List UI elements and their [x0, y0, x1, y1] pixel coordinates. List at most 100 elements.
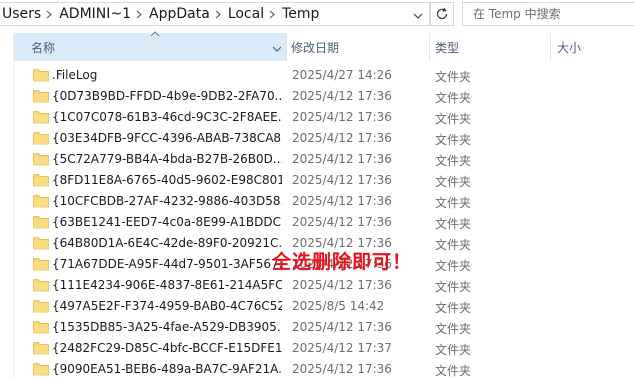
file-type: 文件夹	[435, 133, 472, 147]
column-header-size-label: 大小	[557, 40, 582, 55]
file-type: 文件夹	[435, 238, 472, 252]
file-row[interactable]: {10CFCBDB-27AF-4232-9886-403D58... 2025/4…	[14, 191, 634, 212]
file-type: 文件夹	[435, 259, 472, 273]
file-name: {0D73B9BD-FFDD-4b9e-9DB2-2FA70...	[52, 89, 282, 103]
file-type: 文件夹	[435, 91, 472, 105]
breadcrumb-separator-icon[interactable]	[266, 10, 280, 19]
file-row[interactable]: {497A5E2F-F374-4959-BAB0-4C76C52... 2025/…	[14, 296, 634, 317]
folder-icon	[33, 89, 49, 103]
folder-icon	[33, 299, 49, 313]
file-date: 2025/4/12 17:36	[292, 278, 392, 292]
folder-icon	[33, 68, 49, 82]
annotation-text: 全选删除即可！	[272, 251, 413, 273]
file-row[interactable]: {8FD11E8A-6765-40d5-9602-E98C801... 2025/…	[14, 170, 634, 191]
breadcrumb-separator-icon[interactable]	[43, 10, 57, 19]
file-date: 2025/4/12 17:36	[292, 110, 392, 124]
file-name: .FileLog	[52, 68, 98, 82]
breadcrumb-item[interactable]: Temp	[280, 6, 321, 22]
sort-up-icon	[150, 29, 160, 40]
folder-icon	[33, 362, 49, 376]
file-name: {1C07C078-61B3-46cd-9C3C-2F8AEE...	[52, 110, 282, 124]
column-header-date-label: 修改日期	[291, 40, 340, 55]
file-row[interactable]: {03E34DFB-9FCC-4396-ABAB-738CA8... 2025/4…	[14, 128, 634, 149]
file-name: {111E4234-906E-4837-8E61-214A5FC...	[52, 278, 282, 292]
folder-icon	[33, 215, 49, 229]
search-input[interactable]	[473, 7, 623, 21]
column-header-date[interactable]: 修改日期	[287, 33, 430, 61]
refresh-icon	[436, 7, 448, 20]
breadcrumb-separator-icon[interactable]	[133, 10, 147, 19]
file-date: 2025/4/12 17:36	[292, 173, 392, 187]
folder-icon	[33, 341, 49, 355]
folder-icon	[33, 194, 49, 208]
file-date: 2025/4/12 17:36	[292, 362, 392, 376]
file-date: 2025/4/27 14:26	[292, 68, 392, 82]
file-date: 2025/4/12 17:36	[292, 152, 392, 166]
file-date: 2025/4/12 17:36	[292, 131, 392, 145]
breadcrumb-item[interactable]: Local	[226, 6, 266, 22]
folder-icon	[33, 152, 49, 166]
column-header-type[interactable]: 类型	[430, 33, 551, 61]
file-name: {5C72A779-BB4A-4bda-B27B-26B0D...	[52, 152, 282, 166]
folder-icon	[33, 173, 49, 187]
folder-icon	[33, 131, 49, 145]
folder-icon	[33, 320, 49, 334]
file-row[interactable]: {2482FC29-D85C-4bfc-BCCF-E15DFE1... 2025/…	[14, 338, 634, 359]
address-bar: Users ADMINI~1 AppData Local Temp	[0, 0, 634, 30]
file-name: {10CFCBDB-27AF-4232-9886-403D58...	[52, 194, 282, 208]
file-row[interactable]: {1C07C078-61B3-46cd-9C3C-2F8AEE... 2025/4…	[14, 107, 634, 128]
file-row[interactable]: {5C72A779-BB4A-4bda-B27B-26B0D... 2025/4/…	[14, 149, 634, 170]
chevron-down-icon[interactable]	[413, 10, 423, 20]
file-type: 文件夹	[435, 175, 472, 189]
file-date: 2025/4/12 17:36	[292, 320, 392, 334]
file-row[interactable]: {111E4234-906E-4837-8E61-214A5FC... 2025/…	[14, 275, 634, 296]
file-name: {63BE1241-EED7-4c0a-8E99-A1BDDC...	[52, 215, 282, 229]
search-box[interactable]	[462, 2, 634, 26]
file-date: 2025/4/12 17:36	[292, 215, 392, 229]
folder-icon	[33, 110, 49, 124]
file-list: .FileLog 2025/4/27 14:26 文件夹 {0D73B9BD-FFDD…	[14, 65, 634, 378]
file-row[interactable]: {63BE1241-EED7-4c0a-8E99-A1BDDC... 2025/4…	[14, 212, 634, 233]
file-type: 文件夹	[435, 343, 472, 357]
file-type: 文件夹	[435, 112, 472, 126]
path-breadcrumb[interactable]: Users ADMINI~1 AppData Local Temp	[0, 2, 430, 26]
column-header-name-label: 名称	[31, 40, 56, 55]
file-type: 文件夹	[435, 322, 472, 336]
file-date: 2025/4/12 17:37	[292, 341, 392, 355]
file-type: 文件夹	[435, 70, 472, 84]
breadcrumb-item[interactable]: AppData	[147, 6, 212, 22]
navigation-pane[interactable]	[0, 30, 14, 378]
file-date: 2025/4/12 17:36	[292, 89, 392, 103]
file-name: {71A67DDE-A95F-44d7-9501-3AF567...	[52, 257, 282, 271]
file-row[interactable]: {9090EA51-BEB6-489a-BA7C-9AF21A... 2025/4…	[14, 359, 634, 378]
file-name: {2482FC29-D85C-4bfc-BCCF-E15DFE1...	[52, 341, 282, 355]
file-name: {497A5E2F-F374-4959-BAB0-4C76C52...	[52, 299, 282, 313]
file-type: 文件夹	[435, 280, 472, 294]
file-type: 文件夹	[435, 364, 472, 378]
column-header-size[interactable]: 大小	[551, 33, 634, 61]
breadcrumb-item[interactable]: ADMINI~1	[57, 6, 133, 22]
folder-icon	[33, 257, 49, 271]
file-name: {1535DB85-3A25-4fae-A529-DB3905...	[52, 320, 282, 334]
refresh-button[interactable]	[430, 2, 454, 26]
breadcrumb-item[interactable]: Users	[0, 6, 43, 22]
file-type: 文件夹	[435, 217, 472, 231]
breadcrumb-separator-icon[interactable]	[212, 10, 226, 19]
file-name: {8FD11E8A-6765-40d5-9602-E98C801...	[52, 173, 282, 187]
file-date: 2025/4/12 17:36	[292, 194, 392, 208]
file-row[interactable]: {0D73B9BD-FFDD-4b9e-9DB2-2FA70... 2025/4/…	[14, 86, 634, 107]
file-type: 文件夹	[435, 154, 472, 168]
file-row[interactable]: {1535DB85-3A25-4fae-A529-DB3905... 2025/4…	[14, 317, 634, 338]
column-header: 名称 修改日期 类型 大小	[14, 31, 634, 61]
file-name: {64B80D1A-6E4C-42de-89F0-20921C...	[52, 236, 282, 250]
file-date: 2025/8/5 14:42	[292, 299, 385, 313]
file-row[interactable]: .FileLog 2025/4/27 14:26 文件夹	[14, 65, 634, 86]
folder-icon	[33, 236, 49, 250]
file-name: {9090EA51-BEB6-489a-BA7C-9AF21A...	[52, 362, 282, 376]
file-type: 文件夹	[435, 301, 472, 315]
chevron-down-icon[interactable]	[272, 42, 282, 56]
column-header-name[interactable]: 名称	[14, 31, 287, 61]
file-name: {03E34DFB-9FCC-4396-ABAB-738CA8...	[52, 131, 282, 145]
file-type: 文件夹	[435, 196, 472, 210]
column-header-type-label: 类型	[435, 40, 460, 55]
